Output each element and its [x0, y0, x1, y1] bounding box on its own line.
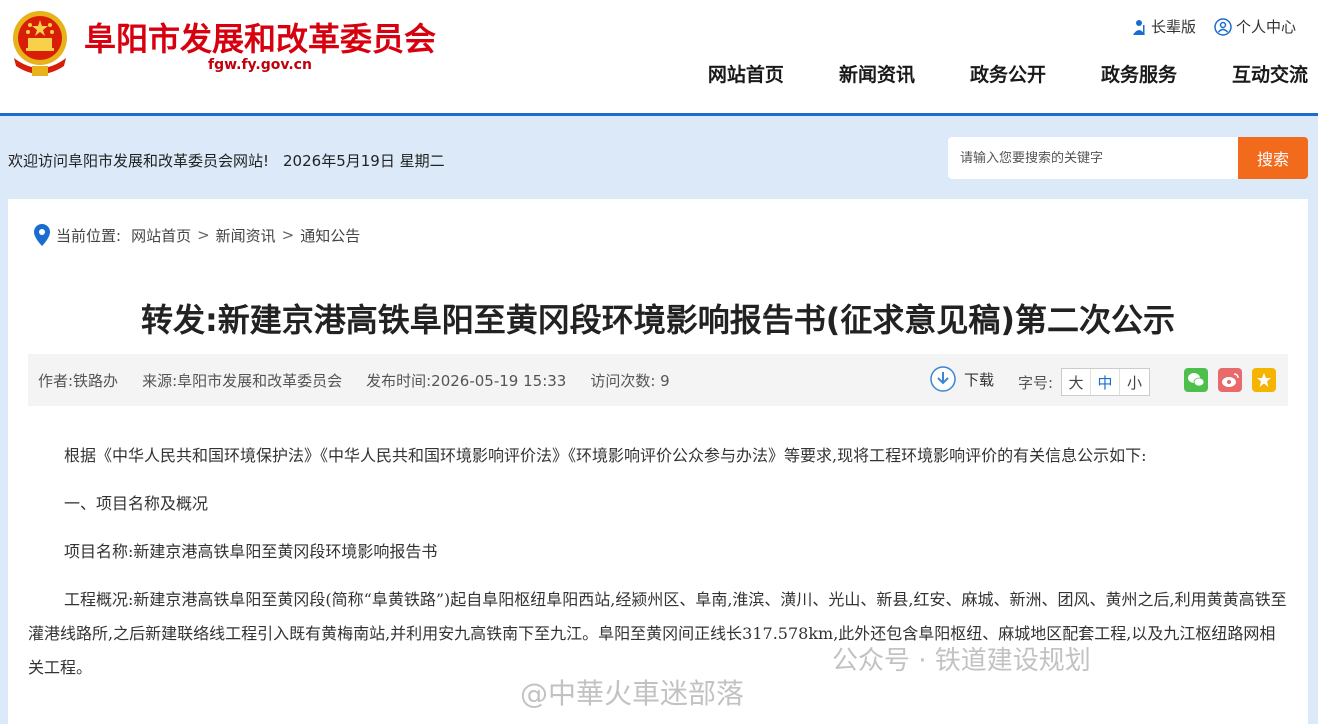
weibo-icon[interactable] [1218, 368, 1242, 392]
user-icon [1214, 17, 1232, 36]
article-meta: 作者:铁路办 来源:阜阳市发展和改革委员会 发布时间:2026-05-19 15… [38, 370, 670, 391]
wechat-icon[interactable] [1184, 368, 1208, 392]
breadcrumb-notices[interactable]: 通知公告 [300, 225, 360, 246]
download-button[interactable]: 下载 [930, 366, 994, 392]
top-links: 长辈版 个人中心 [1131, 16, 1296, 37]
breadcrumb-home[interactable]: 网站首页 [131, 225, 191, 246]
download-icon [930, 366, 956, 392]
site-domain: fgw.fy.gov.cn [208, 57, 312, 73]
font-size-medium[interactable]: 中 [1091, 369, 1121, 395]
font-size-control: 字号: 大 中 小 [1018, 368, 1151, 396]
current-date: 2026年5月19日 星期二 [283, 152, 445, 170]
breadcrumb-separator: > [197, 226, 210, 244]
article-meta-bar: 作者:铁路办 来源:阜阳市发展和改革委员会 发布时间:2026-05-19 15… [28, 354, 1288, 406]
favorite-icon[interactable] [1252, 368, 1276, 392]
breadcrumb: 当前位置: 网站首页 > 新闻资讯 > 通知公告 [34, 224, 360, 246]
site-header: 阜阳市发展和改革委员会 fgw.fy.gov.cn 长辈版 个人中心 网站首页 … [0, 0, 1318, 113]
article-card: 当前位置: 网站首页 > 新闻资讯 > 通知公告 转发:新建京港高铁阜阳至黄冈段… [8, 199, 1308, 724]
nav-government-services[interactable]: 政务服务 [1046, 60, 1177, 87]
personal-center-link[interactable]: 个人中心 [1214, 16, 1296, 37]
article-paragraph: 项目名称:新建京港高铁阜阳至黄冈段环境影响报告书 [64, 542, 438, 561]
elder-icon [1132, 19, 1145, 35]
article-paragraph: 根据《中华人民共和国环境保护法》《中华人民共和国环境影响评价法》《环境影响评价公… [64, 446, 1147, 465]
breadcrumb-label: 当前位置: [56, 226, 122, 245]
meta-published: 发布时间:2026-05-19 15:33 [366, 372, 567, 390]
article-paragraph: 一、项目名称及概况 [64, 494, 209, 513]
share-buttons [1184, 368, 1276, 392]
breadcrumb-separator: > [281, 226, 295, 244]
font-size-label: 字号: [1018, 373, 1054, 392]
font-size-options: 大 中 小 [1061, 368, 1151, 396]
personal-center-label: 个人中心 [1235, 18, 1296, 36]
meta-author: 作者:铁路办 [38, 372, 119, 390]
search-button[interactable]: 搜索 [1238, 137, 1308, 179]
nav-interaction[interactable]: 互动交流 [1177, 60, 1308, 87]
meta-source: 来源:阜阳市发展和改革委员会 [142, 372, 343, 390]
article-body: 根据《中华人民共和国环境保护法》《中华人民共和国环境影响评价法》《环境影响评价公… [28, 439, 1290, 699]
article-title: 转发:新建京港高铁阜阳至黄冈段环境影响报告书(征求意见稿)第二次公示 [140, 301, 1176, 339]
elder-version-link[interactable]: 长辈版 [1131, 16, 1196, 37]
nav-government-affairs[interactable]: 政务公开 [915, 60, 1046, 87]
download-label: 下载 [964, 370, 995, 389]
main-nav: 网站首页 新闻资讯 政务公开 政务服务 互动交流 [708, 60, 1308, 87]
nav-news[interactable]: 新闻资讯 [784, 60, 915, 87]
search-input[interactable] [960, 150, 1238, 166]
article-paragraph: 工程概况:新建京港高铁阜阳至黄冈段(简称“阜黄铁路”)起自阜阳枢纽阜阳西站,经颍… [28, 590, 1287, 677]
site-title[interactable]: 阜阳市发展和改革委员会 [84, 14, 436, 60]
search-box [948, 137, 1238, 179]
location-pin-icon [34, 224, 50, 246]
breadcrumb-news[interactable]: 新闻资讯 [216, 225, 276, 246]
font-size-small[interactable]: 小 [1120, 369, 1149, 395]
welcome-message: 欢迎访问阜阳市发展和改革委员会网站! [8, 152, 270, 170]
elder-version-label: 长辈版 [1150, 18, 1196, 36]
font-size-large[interactable]: 大 [1062, 369, 1092, 395]
national-emblem-icon [13, 11, 67, 76]
meta-visits: 访问次数: 9 [590, 372, 670, 390]
welcome-text: 欢迎访问阜阳市发展和改革委员会网站! 2026年5月19日 星期二 [8, 150, 459, 171]
nav-home[interactable]: 网站首页 [708, 60, 784, 87]
